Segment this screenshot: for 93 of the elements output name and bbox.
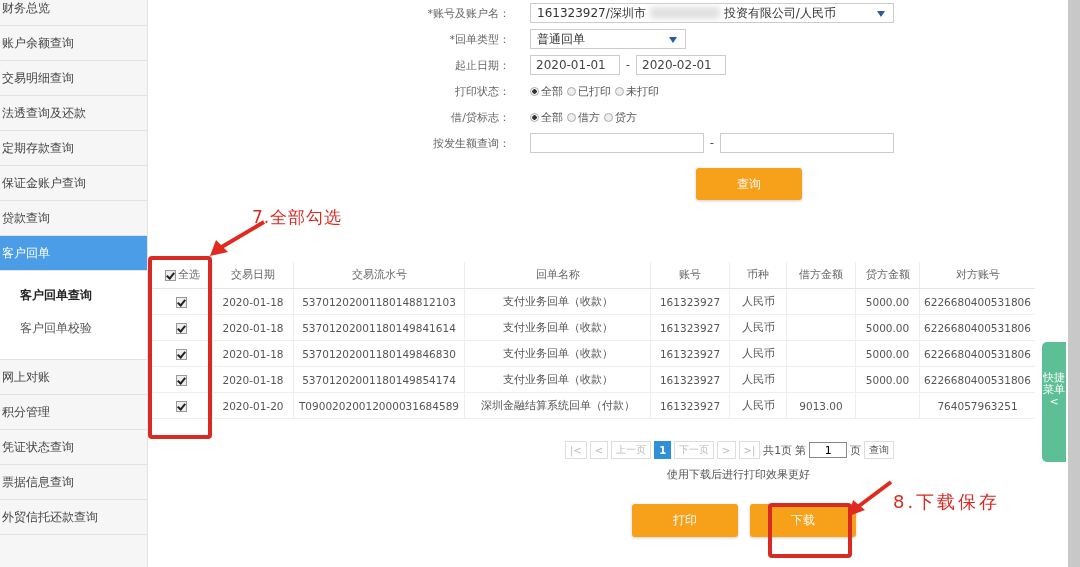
table-cell: 5000.00 bbox=[865, 321, 910, 334]
column-header: 交易日期 bbox=[212, 262, 294, 289]
table-cell: 161323927 bbox=[659, 347, 721, 360]
table-cell: 764057963251 bbox=[937, 399, 1018, 412]
table-cell: 5000.00 bbox=[865, 295, 910, 308]
column-header: 币种 bbox=[729, 262, 787, 289]
sidebar-item[interactable]: 财务总览 bbox=[0, 0, 147, 26]
radio-option[interactable]: 借方 bbox=[567, 109, 600, 125]
row-checkbox[interactable] bbox=[175, 400, 187, 412]
field-label: 打印状态： bbox=[454, 83, 511, 99]
table-cell: 支付业务回单（收款） bbox=[502, 294, 613, 307]
dropdown-icon bbox=[669, 37, 677, 43]
field-label: *回单类型： bbox=[448, 31, 511, 47]
radio-option[interactable]: 全部 bbox=[530, 109, 563, 125]
table-cell: 2020-01-18 bbox=[222, 347, 284, 360]
radio-option[interactable]: 全部 bbox=[530, 83, 563, 99]
sidebar-subitem[interactable]: 客户回单查询 bbox=[0, 279, 147, 312]
range-separator: - bbox=[708, 136, 716, 150]
sidebar-item[interactable]: 积分管理 bbox=[0, 395, 147, 430]
table-cell: 161323927 bbox=[659, 373, 721, 386]
field-label: 按发生额查询： bbox=[432, 135, 511, 151]
page-field[interactable]: 1 bbox=[809, 442, 848, 458]
dropdown-icon bbox=[877, 11, 885, 17]
sidebar-item[interactable]: 凭证状态查询 bbox=[0, 430, 147, 465]
column-header: 对方账号 bbox=[919, 262, 1035, 289]
field-label: *账号及账户名： bbox=[426, 5, 511, 21]
table-cell: 161323927 bbox=[659, 295, 721, 308]
column-header: 回单名称 bbox=[464, 262, 651, 289]
amount-field[interactable] bbox=[720, 133, 894, 153]
sidebar-item[interactable]: 账户余额查询 bbox=[0, 26, 147, 61]
table-cell: 6226680400531806 bbox=[924, 373, 1031, 386]
field-label: 起止日期： bbox=[454, 57, 511, 73]
sidebar-item[interactable]: 保证金账户查询 bbox=[0, 166, 147, 201]
field-label: 借/贷标志： bbox=[450, 109, 511, 125]
table-cell: 2020-01-18 bbox=[222, 373, 284, 386]
table-cell: 53701202001180149841614 bbox=[302, 321, 456, 334]
sidebar-item[interactable]: 定期存款查询 bbox=[0, 131, 147, 166]
scrollbar[interactable] bbox=[1068, 0, 1080, 567]
page-label: 页 bbox=[850, 442, 862, 458]
go-button[interactable]: 查询 bbox=[864, 441, 895, 459]
annotation-text: 7.全部勾选 bbox=[252, 206, 343, 229]
sidebar-item[interactable]: 票据信息查询 bbox=[0, 465, 147, 500]
table-cell: 2020-01-18 bbox=[222, 321, 284, 334]
table-cell: 5000.00 bbox=[865, 347, 910, 360]
column-header: 账号 bbox=[650, 262, 730, 289]
table-cell: 人民币 bbox=[741, 372, 775, 385]
page-count: 共1页 bbox=[763, 442, 793, 458]
table-cell: 人民币 bbox=[741, 346, 775, 359]
row-checkbox[interactable] bbox=[175, 374, 187, 386]
radio-option[interactable]: 贷方 bbox=[604, 109, 637, 125]
table-cell: 支付业务回单（收款） bbox=[502, 346, 613, 359]
account-select[interactable]: 161323927/深圳市 投资有限公司/人民币 bbox=[530, 3, 894, 23]
row-checkbox[interactable] bbox=[175, 348, 187, 360]
amount-field[interactable] bbox=[530, 133, 704, 153]
page-label: 第 bbox=[795, 442, 807, 458]
table-cell: 53701202001180148812103 bbox=[302, 295, 456, 308]
table-cell: 53701202001180149846830 bbox=[302, 347, 456, 360]
table-cell: 人民币 bbox=[741, 294, 775, 307]
table-cell: 53701202001180149854174 bbox=[302, 373, 456, 386]
table-cell: 支付业务回单（收款） bbox=[502, 320, 613, 333]
receipt-type-select[interactable]: 普通回单 bbox=[530, 29, 686, 49]
sidebar-subitem[interactable]: 客户回单校验 bbox=[0, 312, 147, 345]
row-checkbox[interactable] bbox=[175, 296, 187, 308]
date-field[interactable]: 2020-01-01 bbox=[530, 55, 620, 75]
column-header: 交易流水号 bbox=[293, 262, 465, 289]
column-header: 借方金额 bbox=[786, 262, 856, 289]
radio-option[interactable]: 已打印 bbox=[567, 83, 611, 99]
row-checkbox[interactable] bbox=[175, 322, 187, 334]
table-cell: 支付业务回单（收款） bbox=[502, 372, 613, 385]
annotation-text: 8.下载保存 bbox=[893, 490, 1001, 514]
sidebar-item[interactable]: 法透查询及还款 bbox=[0, 96, 147, 131]
sidebar-item[interactable]: 交易明细查询 bbox=[0, 61, 147, 96]
range-separator: - bbox=[624, 58, 632, 72]
table-cell: 9013.00 bbox=[799, 399, 843, 412]
table-cell: 6226680400531806 bbox=[924, 295, 1031, 308]
table-cell: 2020-01-18 bbox=[222, 295, 284, 308]
table-cell: T09002020012000031684589 bbox=[298, 399, 460, 412]
table-cell: 161323927 bbox=[659, 399, 721, 412]
table-cell: 人民币 bbox=[741, 398, 775, 411]
table-cell: 6226680400531806 bbox=[924, 347, 1031, 360]
column-header: 贷方金额 bbox=[855, 262, 920, 289]
table-cell: 161323927 bbox=[659, 321, 721, 334]
print-hint: 使用下载后进行打印效果更好 bbox=[667, 467, 810, 482]
radio-option[interactable]: 未打印 bbox=[615, 83, 659, 99]
table-cell: 人民币 bbox=[741, 320, 775, 333]
sidebar-item[interactable]: 网上对账 bbox=[0, 360, 147, 395]
table-cell: 5000.00 bbox=[865, 373, 910, 386]
select-all-checkbox[interactable]: 全选 bbox=[151, 262, 213, 289]
table-cell: 深圳金融结算系统回单（付款） bbox=[480, 398, 635, 411]
date-field[interactable]: 2020-02-01 bbox=[636, 55, 726, 75]
table-cell: 6226680400531806 bbox=[924, 321, 1031, 334]
table-cell: 2020-01-20 bbox=[222, 399, 284, 412]
sidebar-item[interactable]: 外贸信托还款查询 bbox=[0, 500, 147, 535]
